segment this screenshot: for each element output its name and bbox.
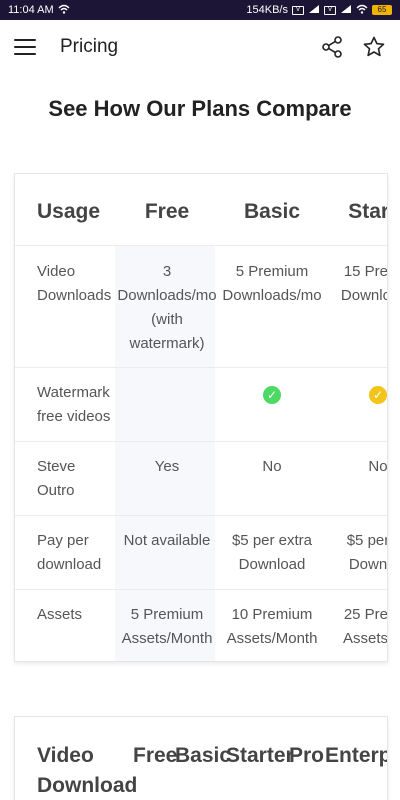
basic-value: No — [262, 458, 282, 475]
table-header-row: Usage Free Basic Starte — [15, 174, 387, 246]
column-header-basic: Basic — [175, 744, 232, 767]
comparison-table-usage: Usage Free Basic Starte Video Downloads … — [14, 173, 388, 662]
network-speed: 154KB/s — [246, 4, 288, 16]
column-header-video-download: Video Download — [37, 744, 138, 797]
table-row: Assets 5 Premium Assets/Month 10 Premium… — [15, 590, 388, 661]
starter-value: 25 Premiu Assets/Mo — [342, 606, 388, 647]
battery-icon: 65 — [372, 5, 392, 15]
status-bar: 11:04 AM 154KB/s V V 65 — [0, 0, 400, 20]
feature-label: Assets — [37, 606, 83, 623]
page-title: Pricing — [60, 36, 119, 57]
status-time: 11:04 AM — [8, 4, 54, 16]
basic-value: 5 Premium Downloads/mo — [222, 263, 322, 304]
column-header-enterprise: Enterpri — [325, 744, 387, 767]
feature-label: Video Downloads — [37, 263, 112, 304]
signal-icon-2 — [340, 4, 352, 17]
table-row: Pay per download Not available $5 per ex… — [15, 516, 388, 590]
table-row: Video Downloads 3 Downloads/mo (with wat… — [15, 246, 388, 368]
starter-value: 15 Premiu Downloads — [340, 263, 388, 304]
wifi-signal-icon — [356, 4, 368, 17]
column-header-free: Free — [133, 744, 178, 767]
feature-label: Steve Outro — [37, 458, 76, 499]
basic-value: 10 Premium Assets/Month — [226, 606, 318, 647]
menu-icon[interactable] — [14, 39, 36, 55]
free-value: 3 Downloads/mo (with watermark) — [117, 263, 217, 352]
column-header-starter: Starte — [348, 200, 387, 223]
app-bar: Pricing — [0, 20, 400, 74]
free-value: Yes — [154, 458, 180, 475]
basic-value: $5 per extra Download — [231, 532, 313, 573]
table-row: Steve Outro Yes No No — [15, 442, 388, 516]
feature-label: Pay per download — [37, 532, 102, 573]
volte-icon: V — [292, 5, 304, 15]
star-icon[interactable] — [362, 35, 386, 59]
check-yellow-icon: ✓ — [328, 383, 387, 407]
feature-label: Watermark free videos — [37, 384, 111, 425]
column-header-pro: Pro — [289, 744, 325, 767]
column-header-usage: Usage — [37, 200, 101, 223]
signal-icon — [308, 4, 320, 17]
column-header-free: Free — [144, 200, 190, 223]
starter-value: No — [368, 458, 388, 475]
column-header-starter: Starter — [226, 744, 294, 767]
volte-icon-2: V — [324, 5, 336, 15]
check-green-icon: ✓ — [222, 383, 322, 407]
starter-value: $5 per ex Downloa — [346, 532, 388, 573]
table-row: Watermark free videos ✓ ✓ — [15, 368, 387, 442]
free-value: 5 Premium Assets/Month — [121, 606, 213, 647]
free-value: Not available — [123, 532, 211, 549]
section-heading: See How Our Plans Compare — [48, 96, 352, 121]
column-header-basic: Basic — [243, 200, 301, 223]
share-icon[interactable] — [320, 35, 344, 59]
comparison-table-video-download: Video Download Free Basic Starter Pro En… — [14, 716, 388, 800]
wifi-icon — [58, 4, 70, 17]
